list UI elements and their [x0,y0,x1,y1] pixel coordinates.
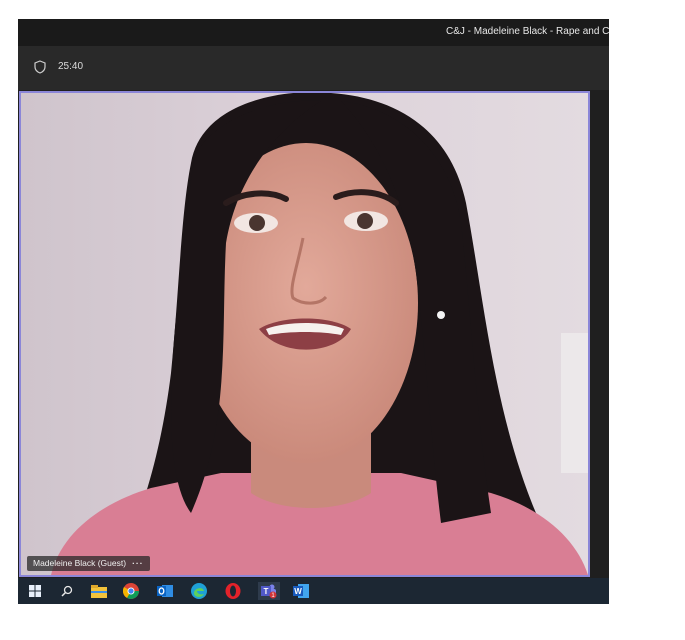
svg-text:W: W [294,587,302,596]
teams-icon[interactable]: T1 [258,582,280,600]
participant-video [21,93,588,575]
shield-icon [34,60,46,74]
window-title: C&J - Madeleine Black - Rape and Con [446,26,609,37]
svg-text:T: T [264,587,269,596]
participant-name-tag[interactable]: Madeleine Black (Guest) ··· [27,556,150,571]
opera-icon[interactable] [224,582,242,600]
outlook-icon[interactable] [156,582,174,600]
file-explorer-icon[interactable] [90,582,108,600]
word-icon[interactable]: W [292,582,310,600]
teams-window: C&J - Madeleine Black - Rape and Con 25:… [18,19,609,578]
chrome-icon[interactable] [122,582,140,600]
more-options-button[interactable]: ··· [132,558,144,568]
edge-icon[interactable] [190,582,208,600]
meeting-timer: 25:40 [58,61,84,72]
windows-start-icon[interactable] [26,582,44,600]
title-bar: C&J - Madeleine Black - Rape and Con [18,19,609,46]
participant-name: Madeleine Black (Guest) [33,558,127,568]
meeting-toolbar: 25:40 [18,46,609,90]
search-icon[interactable] [58,582,76,600]
windows-taskbar: T1 W [18,578,609,604]
participant-video-tile[interactable]: Madeleine Black (Guest) ··· [19,91,590,577]
